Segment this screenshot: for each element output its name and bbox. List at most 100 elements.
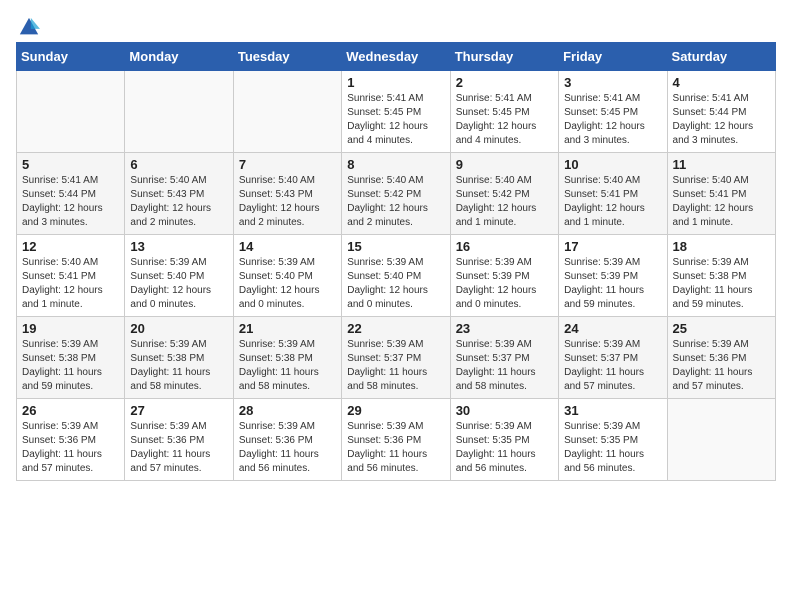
page-header bbox=[16, 16, 776, 34]
calendar-cell bbox=[17, 71, 125, 153]
day-info: Sunrise: 5:39 AM Sunset: 5:36 PM Dayligh… bbox=[239, 420, 336, 476]
calendar-cell: 26 Sunrise: 5:39 AM Sunset: 5:36 PM Dayli… bbox=[17, 399, 125, 481]
day-number: 29 bbox=[347, 403, 444, 418]
weekday-header: Tuesday bbox=[233, 43, 341, 71]
calendar-cell: 9 Sunrise: 5:40 AM Sunset: 5:42 PM Daylig… bbox=[450, 153, 558, 235]
day-number: 25 bbox=[673, 321, 770, 336]
day-info: Sunrise: 5:39 AM Sunset: 5:36 PM Dayligh… bbox=[347, 420, 444, 476]
logo-icon bbox=[18, 16, 40, 38]
calendar-cell: 14 Sunrise: 5:39 AM Sunset: 5:40 PM Dayli… bbox=[233, 235, 341, 317]
calendar-cell: 25 Sunrise: 5:39 AM Sunset: 5:36 PM Dayli… bbox=[667, 317, 775, 399]
day-info: Sunrise: 5:40 AM Sunset: 5:43 PM Dayligh… bbox=[239, 174, 336, 230]
day-number: 14 bbox=[239, 239, 336, 254]
day-info: Sunrise: 5:40 AM Sunset: 5:42 PM Dayligh… bbox=[456, 174, 553, 230]
day-number: 11 bbox=[673, 157, 770, 172]
day-info: Sunrise: 5:39 AM Sunset: 5:39 PM Dayligh… bbox=[456, 256, 553, 312]
day-number: 10 bbox=[564, 157, 661, 172]
day-info: Sunrise: 5:41 AM Sunset: 5:44 PM Dayligh… bbox=[673, 92, 770, 148]
day-info: Sunrise: 5:40 AM Sunset: 5:41 PM Dayligh… bbox=[22, 256, 119, 312]
calendar-cell: 31 Sunrise: 5:39 AM Sunset: 5:35 PM Dayli… bbox=[559, 399, 667, 481]
day-number: 23 bbox=[456, 321, 553, 336]
calendar-header-row: SundayMondayTuesdayWednesdayThursdayFrid… bbox=[17, 43, 776, 71]
weekday-header: Friday bbox=[559, 43, 667, 71]
calendar-cell: 21 Sunrise: 5:39 AM Sunset: 5:38 PM Dayli… bbox=[233, 317, 341, 399]
day-number: 30 bbox=[456, 403, 553, 418]
day-number: 15 bbox=[347, 239, 444, 254]
weekday-header: Wednesday bbox=[342, 43, 450, 71]
day-number: 18 bbox=[673, 239, 770, 254]
day-number: 8 bbox=[347, 157, 444, 172]
day-number: 13 bbox=[130, 239, 227, 254]
day-number: 16 bbox=[456, 239, 553, 254]
day-number: 21 bbox=[239, 321, 336, 336]
weekday-header: Monday bbox=[125, 43, 233, 71]
calendar-cell: 12 Sunrise: 5:40 AM Sunset: 5:41 PM Dayli… bbox=[17, 235, 125, 317]
calendar-cell: 1 Sunrise: 5:41 AM Sunset: 5:45 PM Daylig… bbox=[342, 71, 450, 153]
day-number: 7 bbox=[239, 157, 336, 172]
calendar-week-row: 12 Sunrise: 5:40 AM Sunset: 5:41 PM Dayli… bbox=[17, 235, 776, 317]
calendar-table: SundayMondayTuesdayWednesdayThursdayFrid… bbox=[16, 42, 776, 481]
day-info: Sunrise: 5:39 AM Sunset: 5:40 PM Dayligh… bbox=[347, 256, 444, 312]
day-number: 3 bbox=[564, 75, 661, 90]
day-info: Sunrise: 5:39 AM Sunset: 5:36 PM Dayligh… bbox=[22, 420, 119, 476]
calendar-cell: 2Sunrise: 5:41 AM Sunset: 5:45 PM Daylig… bbox=[450, 71, 558, 153]
calendar-cell: 8 Sunrise: 5:40 AM Sunset: 5:42 PM Daylig… bbox=[342, 153, 450, 235]
day-number: 17 bbox=[564, 239, 661, 254]
calendar-week-row: 5 Sunrise: 5:41 AM Sunset: 5:44 PM Daylig… bbox=[17, 153, 776, 235]
calendar-cell: 16 Sunrise: 5:39 AM Sunset: 5:39 PM Dayli… bbox=[450, 235, 558, 317]
calendar-cell: 18 Sunrise: 5:39 AM Sunset: 5:38 PM Dayli… bbox=[667, 235, 775, 317]
day-number: 20 bbox=[130, 321, 227, 336]
calendar-cell: 10 Sunrise: 5:40 AM Sunset: 5:41 PM Dayli… bbox=[559, 153, 667, 235]
calendar-cell: 6Sunrise: 5:40 AM Sunset: 5:43 PM Daylig… bbox=[125, 153, 233, 235]
day-number: 1 bbox=[347, 75, 444, 90]
day-number: 5 bbox=[22, 157, 119, 172]
logo bbox=[16, 16, 40, 34]
calendar-cell: 3 Sunrise: 5:41 AM Sunset: 5:45 PM Daylig… bbox=[559, 71, 667, 153]
day-info: Sunrise: 5:40 AM Sunset: 5:41 PM Dayligh… bbox=[564, 174, 661, 230]
day-number: 27 bbox=[130, 403, 227, 418]
day-info: Sunrise: 5:41 AM Sunset: 5:44 PM Dayligh… bbox=[22, 174, 119, 230]
calendar-cell: 23 Sunrise: 5:39 AM Sunset: 5:37 PM Dayli… bbox=[450, 317, 558, 399]
day-info: Sunrise: 5:39 AM Sunset: 5:35 PM Dayligh… bbox=[456, 420, 553, 476]
day-info: Sunrise: 5:41 AM Sunset: 5:45 PM Dayligh… bbox=[456, 92, 553, 148]
calendar-cell: 24Sunrise: 5:39 AM Sunset: 5:37 PM Dayli… bbox=[559, 317, 667, 399]
calendar-cell bbox=[125, 71, 233, 153]
calendar-cell: 7 Sunrise: 5:40 AM Sunset: 5:43 PM Daylig… bbox=[233, 153, 341, 235]
day-number: 26 bbox=[22, 403, 119, 418]
day-number: 31 bbox=[564, 403, 661, 418]
day-number: 6 bbox=[130, 157, 227, 172]
day-number: 4 bbox=[673, 75, 770, 90]
calendar-cell: 20 Sunrise: 5:39 AM Sunset: 5:38 PM Dayli… bbox=[125, 317, 233, 399]
day-info: Sunrise: 5:39 AM Sunset: 5:36 PM Dayligh… bbox=[673, 338, 770, 394]
calendar-week-row: 26 Sunrise: 5:39 AM Sunset: 5:36 PM Dayli… bbox=[17, 399, 776, 481]
day-info: Sunrise: 5:40 AM Sunset: 5:42 PM Dayligh… bbox=[347, 174, 444, 230]
day-info: Sunrise: 5:39 AM Sunset: 5:37 PM Dayligh… bbox=[456, 338, 553, 394]
calendar-week-row: 1 Sunrise: 5:41 AM Sunset: 5:45 PM Daylig… bbox=[17, 71, 776, 153]
day-number: 28 bbox=[239, 403, 336, 418]
day-info: Sunrise: 5:39 AM Sunset: 5:38 PM Dayligh… bbox=[22, 338, 119, 394]
calendar-cell: 19 Sunrise: 5:39 AM Sunset: 5:38 PM Dayli… bbox=[17, 317, 125, 399]
day-number: 12 bbox=[22, 239, 119, 254]
day-number: 9 bbox=[456, 157, 553, 172]
calendar-cell: 29 Sunrise: 5:39 AM Sunset: 5:36 PM Dayli… bbox=[342, 399, 450, 481]
day-info: Sunrise: 5:39 AM Sunset: 5:37 PM Dayligh… bbox=[347, 338, 444, 394]
day-number: 22 bbox=[347, 321, 444, 336]
calendar-cell: 30 Sunrise: 5:39 AM Sunset: 5:35 PM Dayli… bbox=[450, 399, 558, 481]
day-info: Sunrise: 5:39 AM Sunset: 5:38 PM Dayligh… bbox=[239, 338, 336, 394]
day-info: Sunrise: 5:39 AM Sunset: 5:40 PM Dayligh… bbox=[130, 256, 227, 312]
calendar-cell: 17Sunrise: 5:39 AM Sunset: 5:39 PM Dayli… bbox=[559, 235, 667, 317]
day-info: Sunrise: 5:39 AM Sunset: 5:38 PM Dayligh… bbox=[130, 338, 227, 394]
calendar-cell: 27Sunrise: 5:39 AM Sunset: 5:36 PM Dayli… bbox=[125, 399, 233, 481]
calendar-cell: 4 Sunrise: 5:41 AM Sunset: 5:44 PM Daylig… bbox=[667, 71, 775, 153]
day-info: Sunrise: 5:41 AM Sunset: 5:45 PM Dayligh… bbox=[347, 92, 444, 148]
day-info: Sunrise: 5:41 AM Sunset: 5:45 PM Dayligh… bbox=[564, 92, 661, 148]
day-info: Sunrise: 5:39 AM Sunset: 5:38 PM Dayligh… bbox=[673, 256, 770, 312]
calendar-cell: 5 Sunrise: 5:41 AM Sunset: 5:44 PM Daylig… bbox=[17, 153, 125, 235]
day-info: Sunrise: 5:39 AM Sunset: 5:35 PM Dayligh… bbox=[564, 420, 661, 476]
calendar-week-row: 19 Sunrise: 5:39 AM Sunset: 5:38 PM Dayli… bbox=[17, 317, 776, 399]
weekday-header: Sunday bbox=[17, 43, 125, 71]
calendar-cell: 15 Sunrise: 5:39 AM Sunset: 5:40 PM Dayli… bbox=[342, 235, 450, 317]
calendar-cell bbox=[667, 399, 775, 481]
day-number: 19 bbox=[22, 321, 119, 336]
day-info: Sunrise: 5:39 AM Sunset: 5:40 PM Dayligh… bbox=[239, 256, 336, 312]
